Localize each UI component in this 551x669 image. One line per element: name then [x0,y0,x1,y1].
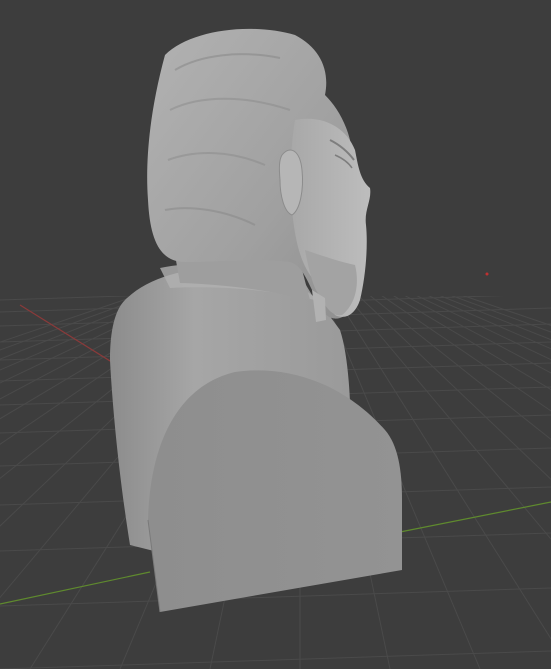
viewport-canvas[interactable] [0,0,551,669]
3d-viewport[interactable] [0,0,551,669]
origin-marker [485,272,489,276]
